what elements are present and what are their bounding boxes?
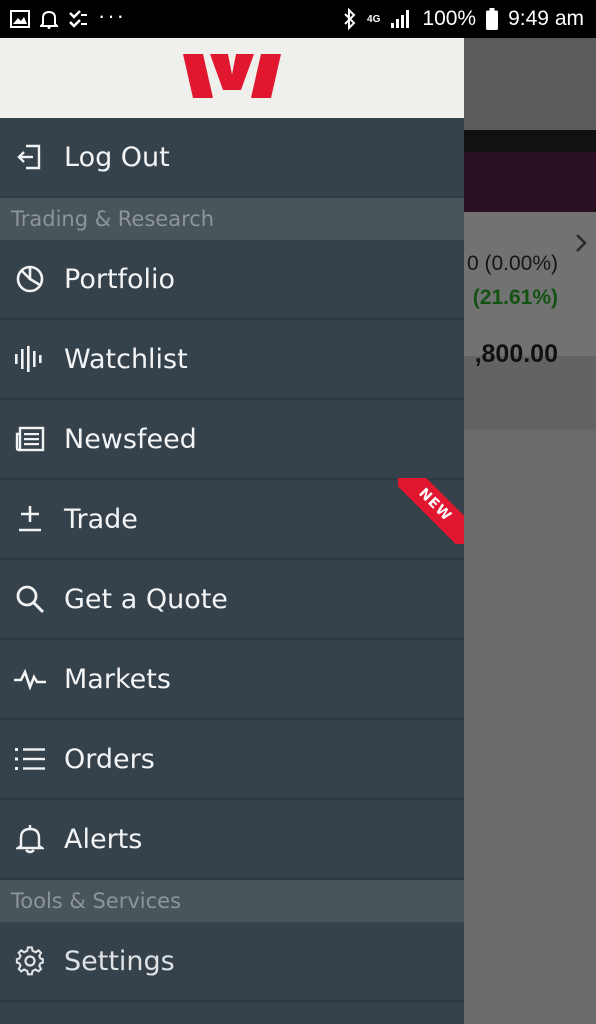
menu-item-alerts[interactable]: Alerts [0,800,464,880]
menu-item-portfolio[interactable]: Portfolio [0,240,464,320]
battery-icon [486,8,499,30]
menu-item-orders[interactable]: Orders [0,720,464,800]
menu-item-label: Trade [64,503,138,535]
background-change-value: 0 (0.00%) [466,252,558,275]
gallery-icon [10,10,30,28]
portfolio-pie-icon [13,262,47,296]
chevron-right-icon [574,232,588,260]
drawer-header [0,38,464,118]
westpac-logo [183,54,281,102]
plus-minus-icon [13,502,47,536]
background-total-value: ,800.00 [474,340,558,368]
menu-item-settings[interactable]: Settings [0,922,464,1002]
menu-item-label: Markets [64,663,171,695]
new-badge-label: NEW [398,478,464,544]
bell-icon [13,822,47,856]
search-icon [13,582,47,616]
pulse-line-icon [13,662,47,696]
menu-item-trade[interactable]: Trade NEW [0,478,464,560]
menu-item-logout[interactable]: Log Out [0,118,464,198]
section-header-tools: Tools & Services [0,880,464,922]
navigation-drawer: Log Out Trading & Research Portfolio Wat… [0,38,464,1024]
menu-item-label: Alerts [64,823,143,855]
list-icon [13,742,47,776]
menu-item-get-a-quote[interactable]: Get a Quote [0,560,464,640]
status-bar: ··· 4G 100% 9:49 am [0,0,596,38]
menu-item-markets[interactable]: Markets [0,640,464,720]
section-header-trading: Trading & Research [0,198,464,240]
clock: 9:49 am [508,7,584,30]
more-dots-icon: ··· [98,3,126,28]
new-badge: NEW [398,478,464,544]
bluetooth-icon [343,8,357,30]
network-type: 4G [367,13,381,25]
checklist-icon [68,9,88,29]
logout-icon [13,140,47,174]
newspaper-icon [13,422,47,456]
menu-item-label: Portfolio [64,263,176,295]
notification-bell-icon [40,9,58,29]
menu-item-label: Watchlist [64,343,188,375]
menu-item-label: Log Out [64,141,170,173]
menu-item-label: Settings [64,945,175,977]
menu-item-label: Get a Quote [64,583,228,615]
menu-item-label: Orders [64,743,155,775]
status-bar-left: ··· [10,5,126,29]
menu-item-label: Newsfeed [64,423,197,455]
menu-item-newsfeed[interactable]: Newsfeed [0,400,464,480]
watchlist-bars-icon [13,342,47,376]
gear-icon [13,944,47,978]
status-bar-right: 4G 100% 9:49 am [343,7,584,31]
signal-icon [390,9,412,29]
menu-item-watchlist[interactable]: Watchlist [0,320,464,400]
battery-percent: 100% [422,7,477,30]
background-change-percent: (21.61%) [472,286,558,309]
